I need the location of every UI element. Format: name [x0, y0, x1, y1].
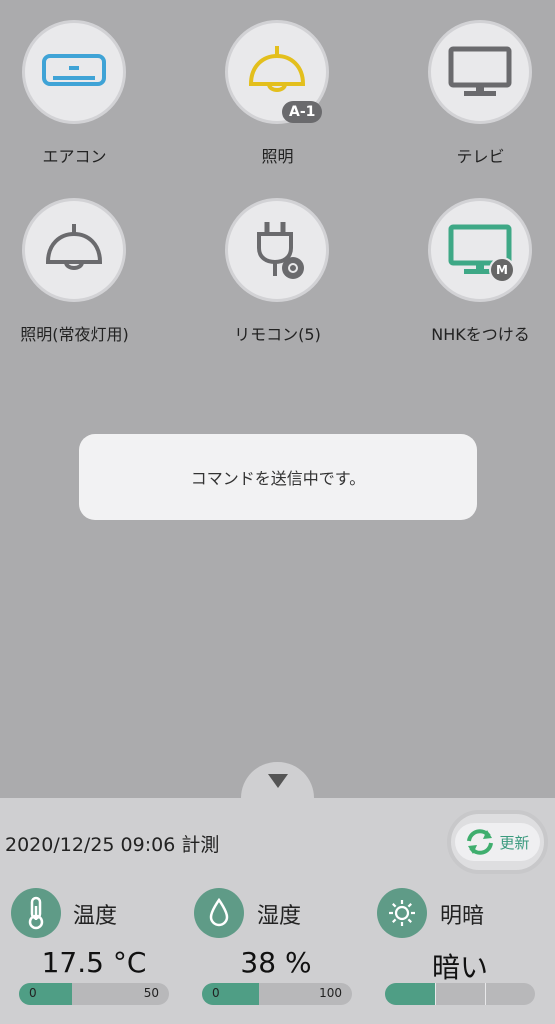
device-button-remote[interactable]: [225, 198, 329, 302]
device-tile-night-light[interactable]: 照明(常夜灯用): [0, 198, 167, 348]
device-button-lighting[interactable]: A-1: [225, 20, 329, 124]
panel-collapse-tab[interactable]: [241, 762, 314, 802]
lighting-badge: A-1: [282, 101, 323, 123]
brightness-bar: [385, 983, 535, 1005]
device-button-night-light[interactable]: [22, 198, 126, 302]
device-label: 照明(常夜灯用): [20, 325, 129, 344]
device-tile-nhk[interactable]: M NHKをつける: [388, 198, 555, 348]
temperature-label: 温度: [73, 904, 118, 929]
device-label: エアコン: [42, 147, 107, 166]
temperature-value: 17.5 °C: [41, 946, 147, 979]
sending-toast: コマンドを送信中です。: [79, 434, 477, 520]
device-tile-tv[interactable]: テレビ: [388, 20, 555, 170]
device-button-nhk[interactable]: M: [428, 198, 532, 302]
temperature-max: 50: [143, 986, 159, 1000]
droplet-icon: [194, 888, 244, 938]
ceiling-lamp-icon: [45, 224, 103, 270]
device-label: リモコン(5): [234, 325, 321, 344]
humidity-label: 湿度: [257, 904, 302, 929]
brightness-segment-divider: [435, 983, 436, 1005]
humidity-value: 38 %: [240, 946, 312, 979]
refresh-inner[interactable]: 更新: [455, 823, 540, 861]
sun-icon: [377, 888, 427, 938]
brightness-value: 暗い: [431, 951, 488, 984]
temperature-bar: 0 50: [19, 983, 169, 1005]
device-label: NHKをつける: [431, 325, 530, 344]
air-conditioner-icon: [42, 54, 106, 86]
temperature-bar-fill: [19, 983, 72, 1005]
humidity-bar: 0 100: [202, 983, 352, 1005]
thermometer-icon: [11, 888, 61, 938]
macro-badge: M: [489, 257, 515, 283]
measured-timestamp: 2020/12/25 09:06 計測: [5, 834, 220, 856]
device-tile-remote[interactable]: リモコン(5): [185, 198, 370, 348]
device-label: テレビ: [456, 147, 505, 166]
device-tile-air-conditioner[interactable]: エアコン: [0, 20, 167, 170]
device-tile-lighting[interactable]: A-1 照明: [185, 20, 370, 170]
plug-icon: [257, 222, 304, 279]
brightness-segment-divider: [485, 983, 486, 1005]
device-button-tv[interactable]: [428, 20, 532, 124]
refresh-button[interactable]: 更新: [447, 810, 548, 874]
device-button-air-conditioner[interactable]: [22, 20, 126, 124]
temperature-min: 0: [29, 986, 37, 1000]
refresh-label: 更新: [499, 833, 530, 852]
refresh-icon: [467, 829, 494, 855]
brightness-label: 明暗: [440, 904, 485, 929]
humidity-min: 0: [212, 986, 220, 1000]
ceiling-lamp-icon: [248, 46, 306, 92]
device-label: 照明: [261, 147, 294, 166]
humidity-max: 100: [319, 986, 342, 1000]
toast-message: コマンドを送信中です。: [190, 469, 366, 488]
humidity-bar-fill: [202, 983, 259, 1005]
triangle-down-icon: [267, 774, 288, 788]
tv-icon: [448, 46, 512, 96]
brightness-bar-fill: [385, 983, 435, 1005]
